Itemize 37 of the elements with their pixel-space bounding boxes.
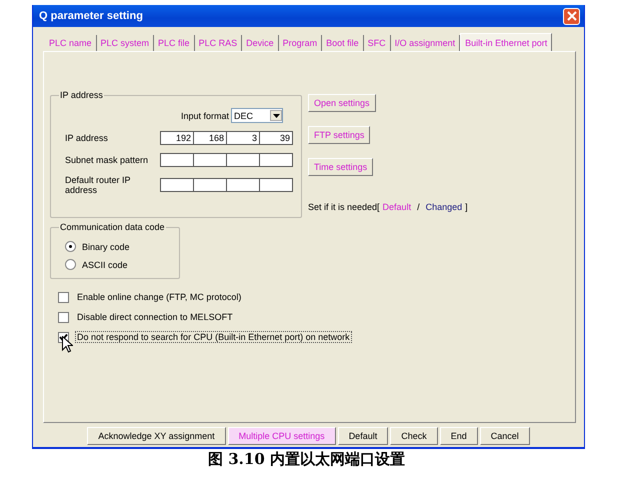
mouse-pointer-icon xyxy=(62,336,73,353)
settings-button[interactable]: Open settings xyxy=(308,94,376,112)
checkbox-label: Do not respond to search for CPU (Built-in Ethernet port) on network xyxy=(75,331,352,343)
field-label: IP address xyxy=(64,133,108,143)
dialog-button[interactable]: Acknowledge XY assignment xyxy=(87,427,226,445)
default-legend: Default xyxy=(382,202,412,212)
dialog-button[interactable]: Check xyxy=(390,427,438,445)
close-button[interactable] xyxy=(563,8,580,24)
legend-separator: / xyxy=(416,202,421,212)
radio-button[interactable] xyxy=(65,241,76,252)
settings-button[interactable]: Time settings xyxy=(308,158,374,176)
field-label: Default router IP address xyxy=(64,175,132,195)
tab[interactable]: Built-in Ethernet port xyxy=(460,33,552,51)
checkbox[interactable] xyxy=(58,312,69,322)
radio-label: Binary code xyxy=(82,242,130,252)
changed-legend: Changed xyxy=(426,202,462,212)
window-title: Q parameter setting xyxy=(39,10,143,22)
group-title: IP address xyxy=(59,90,104,100)
radio-button[interactable] xyxy=(65,259,76,270)
dropdown-arrow-icon xyxy=(272,114,280,118)
dialog-button[interactable]: Multiple CPU settings xyxy=(228,427,336,445)
group-title: Communication data code xyxy=(59,222,166,232)
legend-text: Set if it is needed[ xyxy=(308,202,380,212)
dialog-button[interactable]: End xyxy=(440,427,478,445)
figure-caption: 图 3.10 内置以太网端口设置 xyxy=(207,450,406,469)
settings-button[interactable]: FTP settings xyxy=(308,126,370,144)
checkbox-label: Enable online change (FTP, MC protocol) xyxy=(76,291,242,303)
close-icon xyxy=(566,11,576,21)
legend-bracket: ] xyxy=(465,202,468,212)
field-label: Subnet mask pattern xyxy=(64,155,148,165)
radio-label: ASCII code xyxy=(82,260,128,270)
input-format-label: Input format xyxy=(180,110,229,120)
dialog-button[interactable]: Default xyxy=(338,427,388,445)
checkbox-label: Disable direct connection to MELSOFT xyxy=(76,311,234,323)
input-format-dropdown[interactable]: DEC xyxy=(231,108,283,123)
dialog-button[interactable]: Cancel xyxy=(480,427,530,445)
checkbox[interactable] xyxy=(58,292,69,302)
